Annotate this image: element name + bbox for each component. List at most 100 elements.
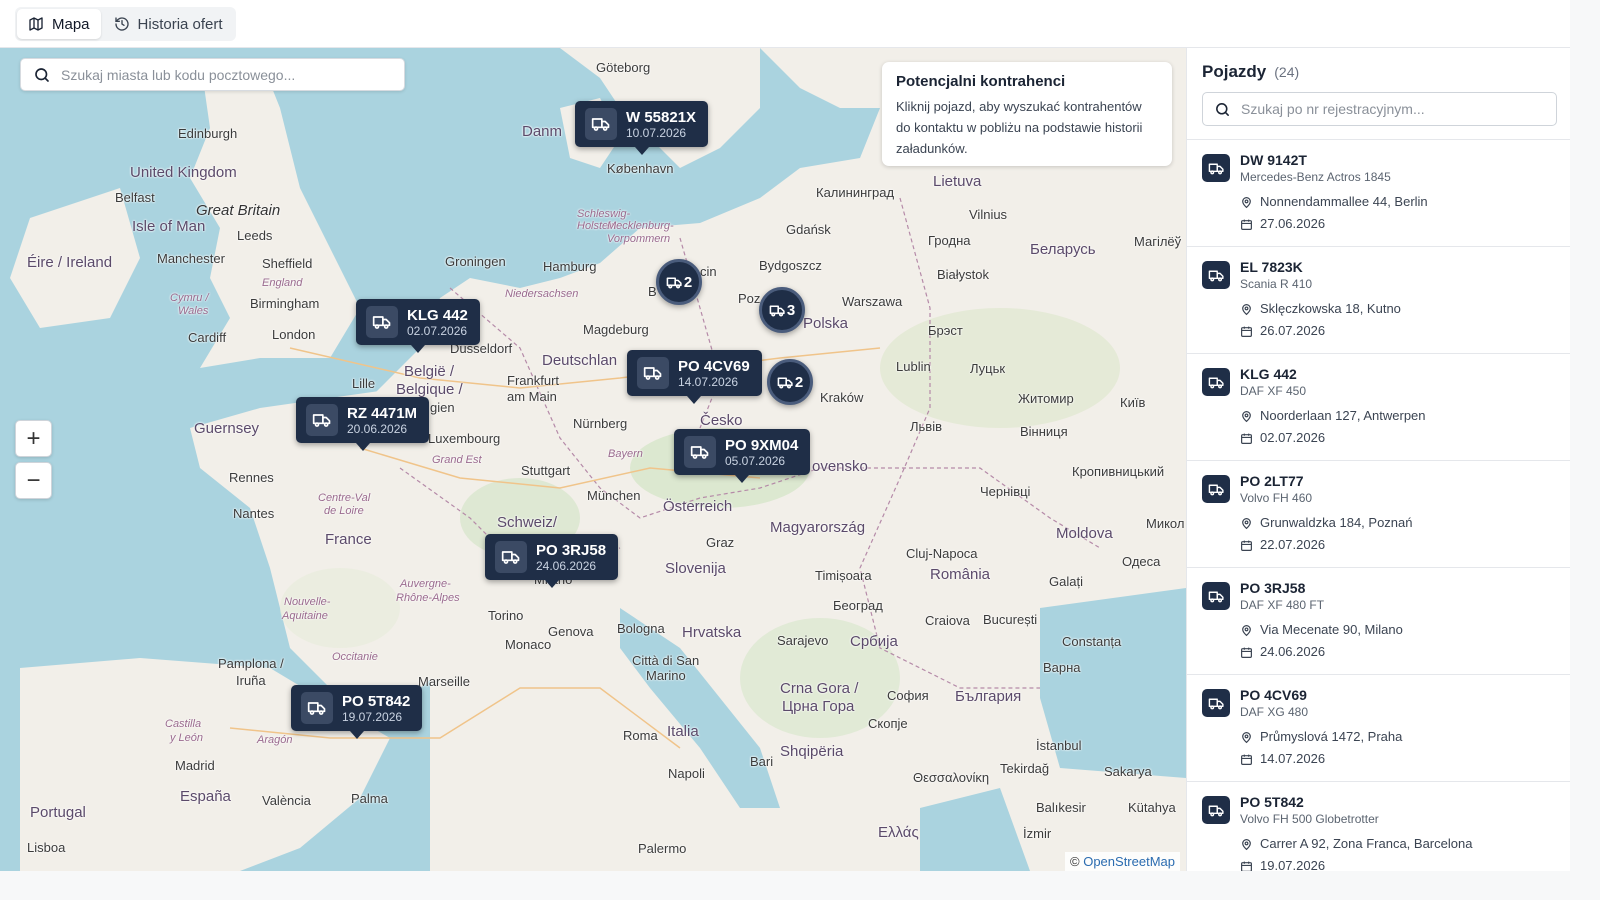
map-label: ovensko [812, 458, 868, 475]
vehicle-list-item[interactable]: EL 7823K Scania R 410 Sklęczkowska 18, K… [1187, 247, 1570, 354]
zoom-out-label: − [26, 466, 41, 494]
map-label: Graz [706, 535, 735, 550]
truck-icon [1202, 368, 1230, 396]
map-label: Białystok [937, 267, 990, 282]
map-label: Rhône-Alpes [396, 592, 460, 604]
zoom-out-button[interactable]: − [15, 462, 52, 499]
map-label: Вінниця [1020, 424, 1068, 439]
map-label: Aragón [257, 734, 293, 746]
map-label: Львів [910, 419, 943, 434]
map-label: Lille [352, 376, 376, 391]
map-label: İstanbul [1036, 738, 1082, 753]
pin-date: 02.07.2026 [407, 323, 468, 338]
map-label: Balıkesir [1036, 800, 1086, 815]
search-icon [1216, 102, 1229, 116]
calendar-icon [1241, 219, 1252, 230]
map-view[interactable]: Göteborg Danm København Edinburgh United… [0, 48, 1186, 871]
tab-offer-history[interactable]: Historia ofert [103, 9, 234, 39]
vehicle-cluster[interactable]: 2 [656, 259, 702, 305]
truck-icon [684, 436, 716, 468]
map-label: Great Britain [196, 202, 281, 219]
truck-icon [777, 376, 793, 388]
map-label: Göteborg [596, 60, 651, 75]
map-label: Monaco [505, 637, 552, 652]
map-label: Nouvelle- [284, 596, 331, 608]
vehicle-model: Mercedes-Benz Actros 1845 [1240, 170, 1391, 184]
openstreetmap-link[interactable]: OpenStreetMap [1083, 854, 1175, 869]
pin-plate: W 55821X [626, 108, 697, 126]
map-search-box[interactable] [20, 58, 405, 91]
zoom-in-button[interactable]: + [15, 420, 52, 457]
vehicle-list-item[interactable]: DW 9142T Mercedes-Benz Actros 1845 Nonne… [1187, 140, 1570, 247]
pin-plate: PO 4CV69 [678, 357, 750, 375]
location-pin-icon [1242, 303, 1251, 315]
vehicle-date: 22.07.2026 [1260, 537, 1326, 552]
map-label: Napoli [668, 766, 705, 781]
map-label: Sakarya [1104, 764, 1152, 779]
map-label: Pamplona / [218, 656, 284, 671]
truck-icon [306, 404, 338, 436]
vehicle-pin[interactable]: W 55821X 10.07.2026 [575, 101, 709, 155]
map-label: Timișoara [815, 568, 872, 583]
vehicle-pin[interactable]: PO 4CV69 14.07.2026 [627, 350, 762, 404]
map-label: Éire / Ireland [27, 254, 113, 271]
map-label: Portugal [30, 804, 86, 821]
vehicle-model: DAF XF 450 [1240, 384, 1307, 398]
map-label: Rennes [229, 470, 274, 485]
vehicle-address: Noorderlaan 127, Antwerpen [1260, 408, 1426, 423]
location-pin-icon [1242, 838, 1251, 850]
vehicle-list-item[interactable]: PO 4CV69 DAF XG 480 Průmyslová 1472, Pra… [1187, 675, 1570, 782]
map-label: България [955, 688, 1022, 705]
vehicle-plate: PO 2LT77 [1240, 473, 1304, 489]
vehicle-search-input[interactable] [1241, 101, 1541, 117]
map-label: Беларусь [1030, 241, 1096, 258]
map-label: Magyarország [770, 519, 866, 536]
map-attribution: © OpenStreetMap [1065, 852, 1180, 871]
map-label: München [587, 488, 641, 503]
map-label: Київ [1120, 395, 1146, 410]
vehicle-pin[interactable]: PO 3RJ58 24.06.2026 [485, 534, 619, 588]
map-label: Vilnius [969, 207, 1008, 222]
location-pin-icon [1242, 410, 1251, 422]
vehicle-list-item[interactable]: PO 2LT77 Volvo FH 460 Grunwaldzka 184, P… [1187, 461, 1570, 568]
truck-icon [495, 541, 527, 573]
map-label: Kütahya [1128, 800, 1176, 815]
map-label: Marseille [418, 674, 471, 689]
map-label: Hamburg [543, 259, 597, 274]
map-label: Чернівці [980, 484, 1031, 499]
map-label: Sarajevo [777, 633, 829, 648]
map-label: Frankfurt [507, 373, 560, 388]
vehicle-plate: EL 7823K [1240, 259, 1303, 275]
vehicle-list-item[interactable]: PO 5T842 Volvo FH 500 Globetrotter Carre… [1187, 782, 1570, 871]
map-label: Nürnberg [573, 416, 628, 431]
map-label: Nantes [233, 506, 275, 521]
vehicles-panel-header: Pojazdy (24) [1187, 48, 1570, 140]
truck-icon [301, 692, 333, 724]
truck-icon [637, 357, 669, 389]
map-label: Кропивницький [1072, 464, 1165, 479]
map-label: Österreich [663, 498, 733, 515]
search-icon [35, 67, 49, 82]
map-label: Isle of Man [132, 218, 206, 235]
map-label: België / [404, 363, 455, 380]
map-label: Србија [850, 633, 898, 650]
vehicle-cluster[interactable]: 3 [759, 287, 805, 333]
location-pin-icon [1242, 517, 1251, 529]
tab-map[interactable]: Mapa [17, 9, 101, 39]
map-label: Cardiff [188, 330, 227, 345]
vehicle-list-item[interactable]: PO 3RJ58 DAF XF 480 FT Via Mecenate 90, … [1187, 568, 1570, 675]
vehicle-search-box[interactable] [1202, 92, 1557, 126]
map-search-input[interactable] [61, 66, 391, 83]
vehicle-pin[interactable]: PO 5T842 19.07.2026 [291, 685, 423, 739]
vehicle-pin[interactable]: RZ 4471M 20.06.2026 [296, 397, 430, 451]
pin-date: 19.07.2026 [342, 709, 403, 724]
vehicle-pin[interactable]: PO 9XM04 05.07.2026 [674, 429, 811, 483]
vehicle-list-item[interactable]: KLG 442 DAF XF 450 Noorderlaan 127, Antw… [1187, 354, 1570, 461]
vehicle-date: 26.07.2026 [1260, 323, 1326, 338]
vehicle-plate: KLG 442 [1240, 366, 1297, 382]
vehicle-cluster[interactable]: 2 [767, 359, 813, 405]
vehicle-pin[interactable]: KLG 442 02.07.2026 [356, 299, 480, 353]
location-pin-icon [1242, 624, 1251, 636]
map-label: United Kingdom [130, 164, 237, 181]
tab-map-label: Mapa [52, 15, 90, 33]
